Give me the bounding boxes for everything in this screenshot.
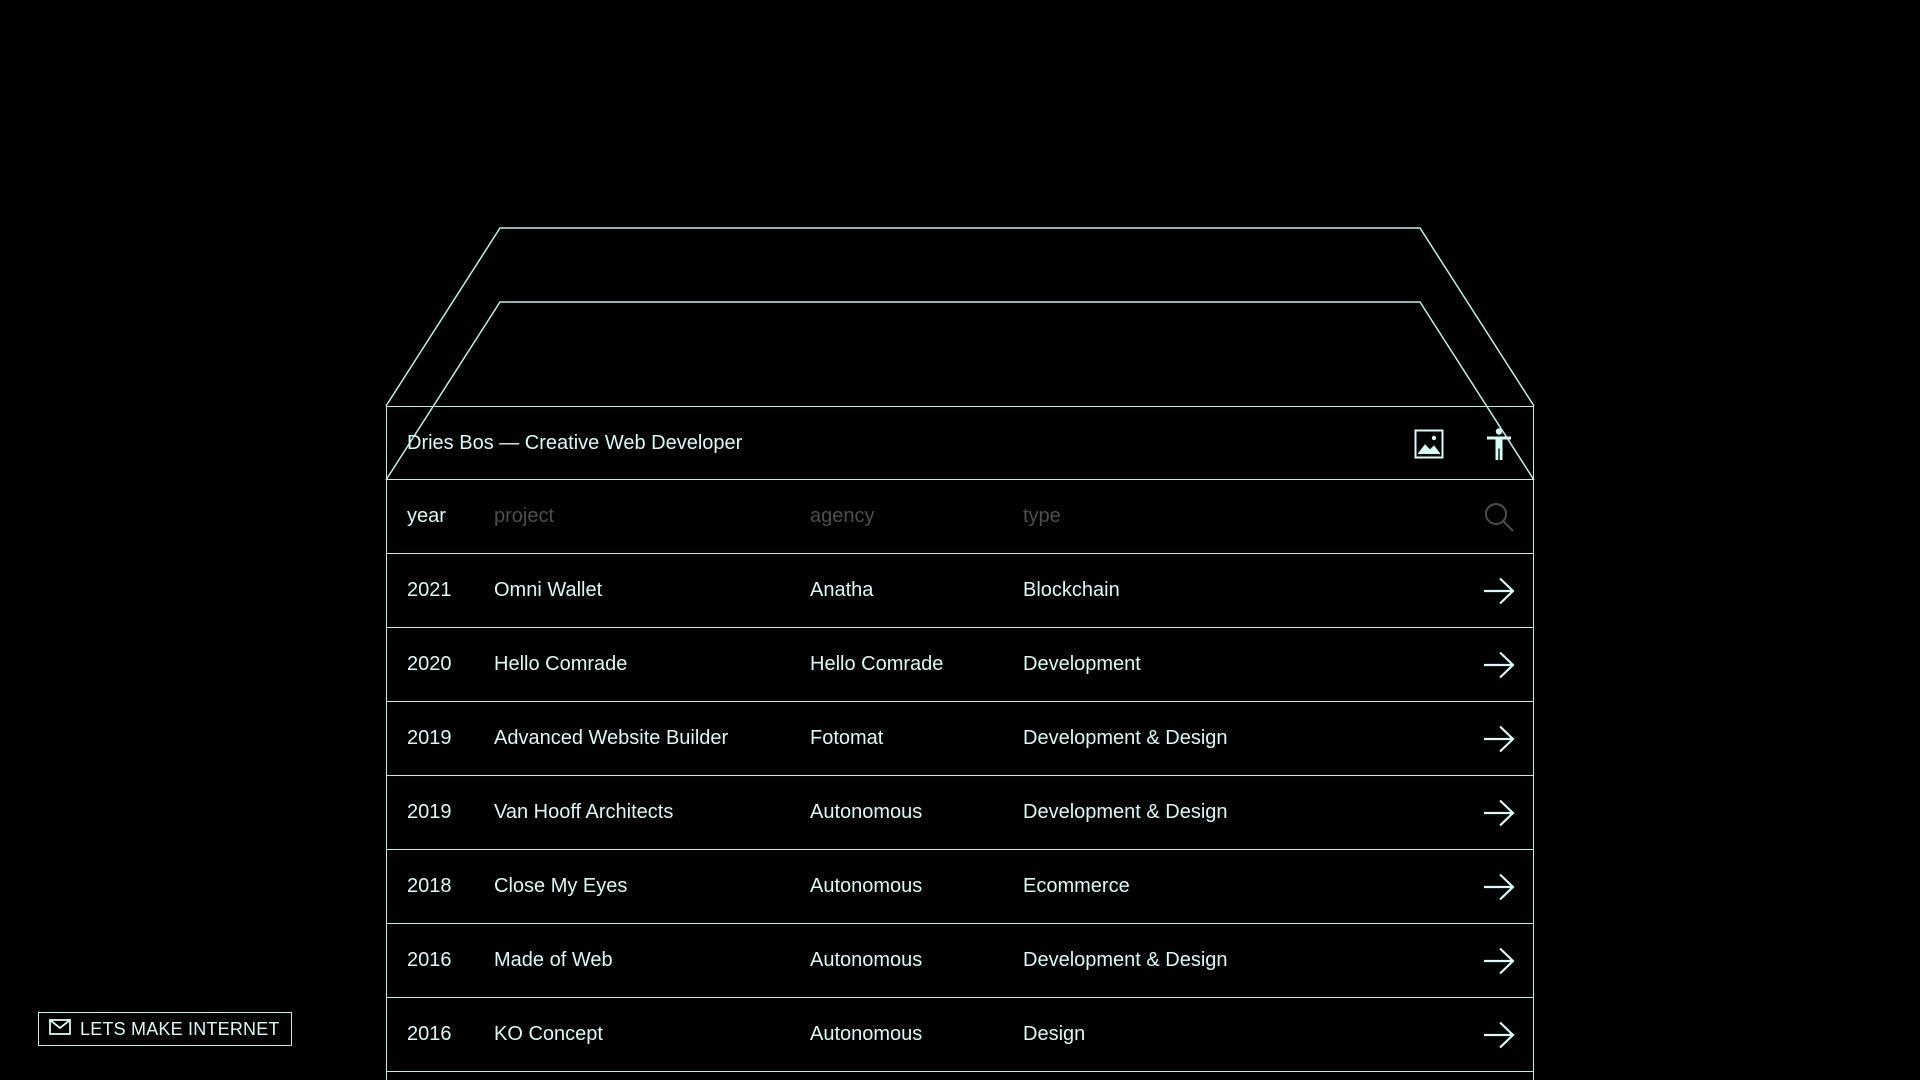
row-type: Design [1023,1023,1086,1045]
row-project: KO Concept [494,1023,603,1045]
filter-type[interactable]: type [1023,505,1061,528]
project-table: Dries Bos — Creative Web Developer year … [386,406,1534,1080]
accessibility-icon[interactable] [1483,428,1515,460]
arrow-right-icon[interactable] [1483,871,1515,903]
arrow-right-icon[interactable] [1483,797,1515,829]
mail-icon [49,1018,71,1040]
row-year: 2019 [407,727,452,749]
contact-button[interactable]: LETS MAKE INTERNET [38,1012,292,1046]
row-agency: Autonomous [810,949,923,971]
table-row[interactable]: 2018 Close My Eyes Autonomous Ecommerce [387,850,1533,924]
row-year: 2018 [407,875,452,897]
row-type: Development & Design [1023,801,1228,823]
table-row[interactable]: 2016 KO Concept Autonomous Design [387,998,1533,1072]
row-agency: Autonomous [810,801,923,823]
table-row[interactable]: 2019 Van Hooff Architects Autonomous Dev… [387,776,1533,850]
page: Dries Bos — Creative Web Developer year … [0,0,1920,1080]
row-project: Advanced Website Builder [494,727,729,749]
table-row[interactable]: 2016 Made of Web Autonomous Development … [387,924,1533,998]
arrow-right-icon[interactable] [1483,649,1515,681]
row-type: Development & Design [1023,949,1228,971]
row-agency: Hello Comrade [810,653,944,675]
row-year: 2016 [407,949,452,971]
row-project: Close My Eyes [494,875,628,897]
row-year: 2020 [407,653,452,675]
row-agency: Anatha [810,579,874,601]
row-type: Development [1023,653,1141,675]
arrow-right-icon[interactable] [1483,723,1515,755]
row-project: Hello Comrade [494,653,628,675]
row-type: Ecommerce [1023,875,1130,897]
wireframe-outer-frame [385,227,1535,407]
row-project: Omni Wallet [494,579,603,601]
row-agency: Autonomous [810,1023,923,1045]
row-year: 2016 [407,1023,452,1045]
table-row[interactable]: 2019 Advanced Website Builder Fotomat De… [387,702,1533,776]
arrow-right-icon[interactable] [1483,1019,1515,1051]
filter-project[interactable]: project [494,505,554,528]
row-project: Made of Web [494,949,613,971]
row-type: Blockchain [1023,579,1120,601]
arrow-right-icon[interactable] [1483,575,1515,607]
header-actions [1413,407,1515,481]
filter-row: year project agency type [387,480,1533,554]
table-row[interactable]: 2021 Omni Wallet Anatha Blockchain [387,554,1533,628]
filter-agency[interactable]: agency [810,505,875,528]
image-icon[interactable] [1413,428,1445,460]
arrow-right-icon[interactable] [1483,945,1515,977]
row-year: 2019 [407,801,452,823]
search-icon[interactable] [1483,501,1515,533]
row-year: 2021 [407,579,452,601]
title-bar: Dries Bos — Creative Web Developer [387,406,1533,480]
filter-year[interactable]: year [407,505,446,528]
row-project: Van Hooff Architects [494,801,674,823]
site-title[interactable]: Dries Bos — Creative Web Developer [407,432,742,455]
row-agency: Fotomat [810,727,884,749]
row-type: Development & Design [1023,727,1228,749]
contact-button-label: LETS MAKE INTERNET [80,1018,280,1039]
row-agency: Autonomous [810,875,923,897]
table-row[interactable]: 2020 Hello Comrade Hello Comrade Develop… [387,628,1533,702]
